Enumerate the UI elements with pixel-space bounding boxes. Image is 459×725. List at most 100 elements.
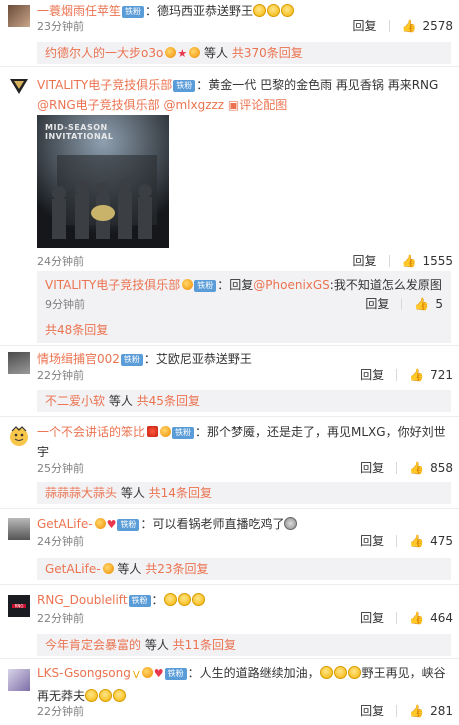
divider: [396, 534, 398, 547]
cry-laugh-emoji-icon: [191, 593, 205, 606]
divider: [396, 368, 398, 381]
thumbs-up-icon: 👍: [409, 610, 425, 625]
comment-text: VITALITY电子竞技俱乐部 铁粉 ：黄金一代 巴黎的金色雨 再见香锅 再来RNG…: [37, 75, 449, 115]
reply-count-link[interactable]: 共14条回复: [149, 486, 212, 500]
like-count: 1555: [422, 253, 453, 268]
reply-user[interactable]: GetALife-: [45, 562, 101, 576]
mention-link[interactable]: @RNG电子竞技俱乐部: [37, 98, 160, 112]
reply-count-link[interactable]: 共23条回复: [145, 562, 208, 576]
like-count: 475: [430, 533, 453, 548]
reply-user[interactable]: 不二爱小软: [45, 394, 105, 408]
comment-actions: 回复 👍 475: [360, 532, 453, 549]
reply-button[interactable]: 回复: [360, 702, 384, 719]
username[interactable]: LKS-Gsongsong: [37, 666, 131, 680]
like-count: 721: [430, 367, 453, 382]
reply-button[interactable]: 回复: [360, 609, 384, 626]
cry-laugh-emoji-icon: [333, 666, 347, 679]
avatar[interactable]: [8, 75, 30, 97]
emoji-icon: [284, 517, 298, 530]
comment-actions: 回复 👍 281: [360, 702, 453, 719]
fan-medal-icon: [165, 47, 177, 58]
avatar[interactable]: [8, 669, 30, 691]
comment-body: ：可以看锅老师直播吃鸡了: [140, 517, 285, 531]
replies-summary[interactable]: 蒜蒜蒜大蒜头 等人 共14条回复: [37, 482, 451, 504]
reply-button[interactable]: 回复: [360, 366, 384, 383]
thumbs-up-icon: 👍: [401, 18, 417, 33]
divider: [388, 19, 390, 32]
username[interactable]: 一蓑烟雨任苹笙: [37, 4, 121, 18]
reply-button[interactable]: 回复: [352, 17, 376, 34]
like-count: 5: [435, 296, 443, 311]
cry-laugh-emoji-icon: [281, 4, 295, 17]
fan-badge: 铁粉: [194, 280, 217, 292]
fan-badge: 铁粉: [128, 595, 151, 607]
reply-count-link[interactable]: 共370条回复: [232, 46, 303, 60]
cry-laugh-emoji-icon: [113, 689, 127, 702]
replies-summary[interactable]: 约德尔人的一大步o3o ★ 等人 共370条回复: [37, 42, 451, 64]
username[interactable]: RNG_Doublelift: [37, 593, 128, 607]
comment-actions: 回复 👍 721: [360, 366, 453, 383]
reply-user[interactable]: 今年肯定会暴富的: [45, 638, 141, 652]
fan-badge: 铁粉: [173, 80, 196, 92]
like-button[interactable]: 👍 475: [409, 534, 453, 548]
comment: 一蓑烟雨任苹笙 铁粉 ：德玛西亚恭送野王 23分钟前 回复 👍 2578 约德尔人的一…: [0, 0, 459, 66]
mention-link[interactable]: @PhoenixGS: [253, 278, 330, 292]
like-button[interactable]: 👍 858: [409, 461, 453, 475]
fan-badge: 铁粉: [172, 427, 195, 439]
avatar[interactable]: [8, 352, 30, 374]
reply-button[interactable]: 回复: [360, 459, 384, 476]
comment-text: 一个不会讲话的笨比 铁粉 ：那个梦魇，还是走了，再见MLXG，你好刘世宇: [37, 422, 449, 462]
like-button[interactable]: 👍 721: [409, 368, 453, 382]
timestamp: 23分钟前: [37, 20, 84, 33]
comment-actions: 回复 👍 858: [360, 459, 453, 476]
cry-laugh-emoji-icon: [253, 4, 267, 17]
comment-body: ：德玛西亚恭送野王: [145, 4, 254, 18]
reply-user[interactable]: 蒜蒜蒜大蒜头: [45, 486, 117, 500]
fan-medal-icon: [160, 426, 172, 437]
comment-photo[interactable]: MID-SEASON INVITATIONAL: [37, 115, 169, 248]
fan-medal-icon: [189, 47, 201, 58]
replies-summary[interactable]: 不二爱小软 等人 共45条回复: [37, 390, 451, 412]
reply-button[interactable]: 回复: [360, 532, 384, 549]
reply-count-link[interactable]: 共48条回复: [45, 320, 108, 340]
fan-badge: 铁粉: [122, 6, 145, 18]
replies-summary[interactable]: 今年肯定会暴富的 等人 共11条回复: [37, 634, 451, 656]
timestamp: 22分钟前: [37, 705, 84, 718]
like-button[interactable]: 👍 5: [414, 297, 443, 311]
username[interactable]: 一个不会讲话的笨比: [37, 425, 145, 439]
avatar[interactable]: [8, 425, 30, 447]
divider: [396, 704, 398, 717]
reply-button[interactable]: 回复: [352, 252, 376, 269]
like-button[interactable]: 👍 464: [409, 611, 453, 625]
reply-count-link[interactable]: 共11条回复: [173, 638, 236, 652]
reply-user[interactable]: 约德尔人的一大步o3o: [45, 46, 163, 60]
cry-laugh-emoji-icon: [347, 666, 361, 679]
avatar[interactable]: [8, 518, 30, 540]
comment-image-link[interactable]: ▣评论配图: [228, 98, 287, 112]
cry-laugh-emoji-icon: [99, 689, 113, 702]
comment-actions: 回复 👍 2578: [352, 17, 453, 34]
like-button[interactable]: 👍 1555: [402, 254, 454, 268]
timestamp: 25分钟前: [37, 462, 84, 475]
replies-summary[interactable]: GetALife- 等人 共23条回复: [37, 558, 451, 580]
comment-body: ：黄金一代 巴黎的金色雨 再见香锅 再来RNG: [196, 78, 439, 92]
photo-caption: MID-SEASON INVITATIONAL: [45, 123, 114, 141]
comment-actions: 回复 👍 464: [360, 609, 453, 626]
comment-text: LKS-Gsongsong V ♥ 铁粉 ：人生的道路继续加油， 野王再见，峡谷再无莽夫: [37, 663, 449, 706]
username[interactable]: GetALife-: [37, 517, 93, 531]
avatar[interactable]: RNG: [8, 595, 30, 617]
username[interactable]: 情场缉捕官002: [37, 352, 120, 366]
avatar[interactable]: [8, 5, 30, 27]
mention-link[interactable]: @mlxgzzz: [163, 98, 224, 112]
replies-summary-text: 约德尔人的一大步o3o ★ 等人 共370条回复: [45, 43, 303, 64]
reply-user[interactable]: VITALITY电子竞技俱乐部: [45, 278, 180, 292]
reply-button[interactable]: 回复: [365, 295, 389, 312]
username[interactable]: VITALITY电子竞技俱乐部: [37, 78, 172, 92]
like-button[interactable]: 👍 2578: [402, 19, 454, 33]
reply-count-link[interactable]: 共45条回复: [137, 394, 200, 408]
like-button[interactable]: 👍 281: [409, 704, 453, 718]
comment-body: ：艾欧尼亚恭送野王: [143, 352, 252, 366]
thumbs-up-icon: 👍: [401, 253, 417, 268]
timestamp: 24分钟前: [37, 255, 84, 268]
timestamp: 22分钟前: [37, 612, 84, 625]
